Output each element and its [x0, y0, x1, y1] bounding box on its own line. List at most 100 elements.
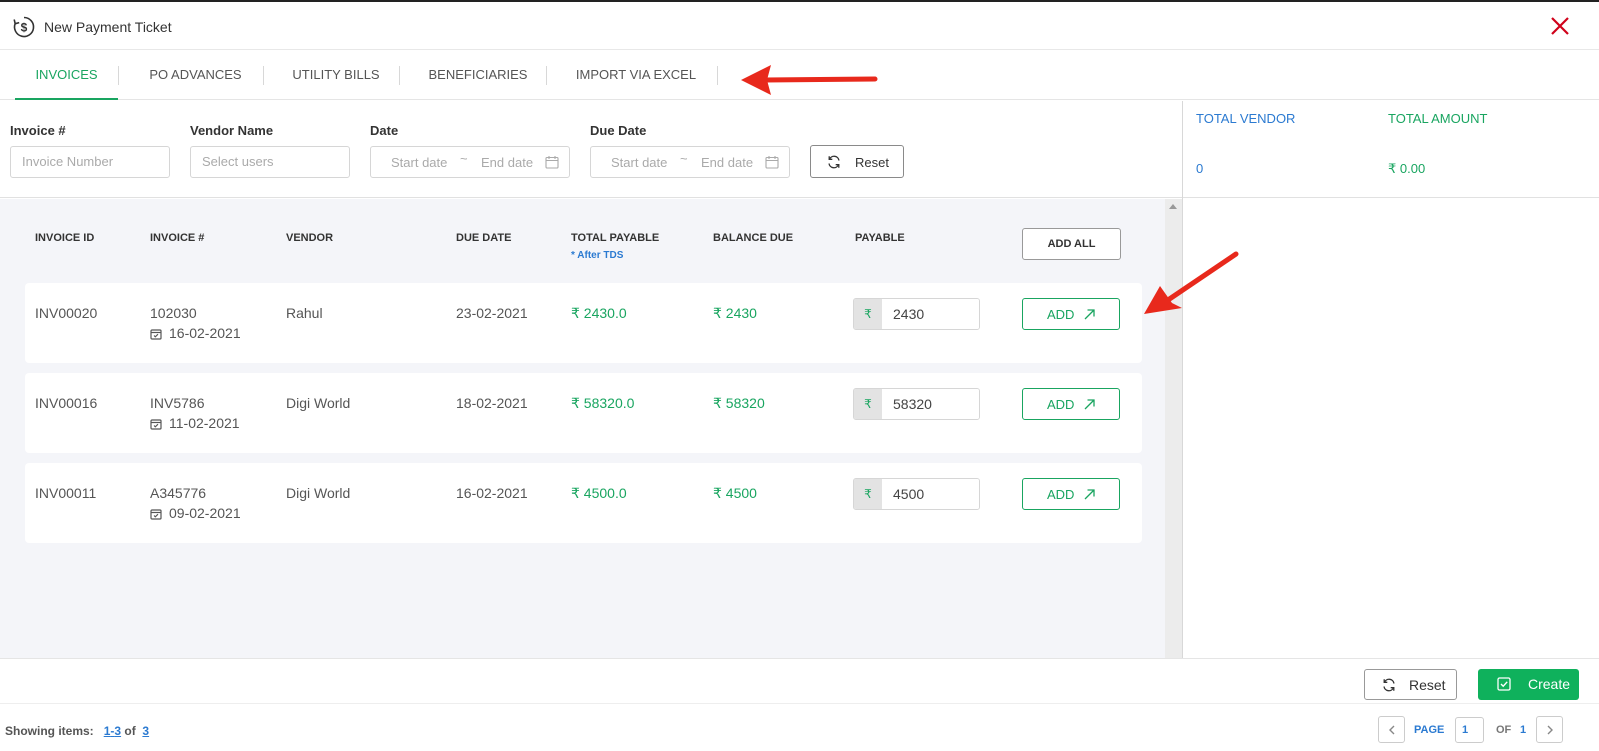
reset-button-label: Reset — [1409, 677, 1446, 693]
column-header-invoice-number: INVOICE # — [150, 232, 205, 244]
due-date-range-picker[interactable]: Start date ~ End date — [590, 146, 790, 178]
total-vendor-label: TOTAL VENDOR — [1196, 111, 1296, 126]
date-separator: ~ — [680, 151, 688, 166]
payable-input[interactable] — [882, 299, 979, 329]
filter-bar: Invoice # Invoice Number Vendor Name Sel… — [0, 101, 1183, 198]
vendor-name: Rahul — [286, 305, 323, 321]
scroll-up-arrow-icon[interactable] — [1169, 204, 1177, 209]
add-button[interactable]: ADD — [1022, 478, 1120, 510]
add-button[interactable]: ADD — [1022, 388, 1120, 420]
invoice-number-input[interactable]: Invoice Number — [10, 146, 170, 178]
rupee-addon: ₹ — [854, 479, 882, 509]
payable-input-group: ₹ — [853, 298, 980, 330]
payable-input-group: ₹ — [853, 478, 980, 510]
calendar-icon — [765, 156, 779, 169]
tab-utility-bills[interactable]: UTILITY BILLS — [282, 50, 390, 100]
total-items-link[interactable]: 3 — [142, 724, 149, 738]
invoice-number: A345776 — [150, 485, 207, 501]
invoice-id: INV00020 — [35, 305, 98, 321]
total-payable: ₹ 58320.0 — [571, 395, 635, 411]
panel-divider — [1182, 101, 1183, 658]
total-amount-value: ₹ 0.00 — [1388, 161, 1426, 176]
add-all-button[interactable]: ADD ALL — [1022, 228, 1121, 260]
column-header-total-payable: TOTAL PAYABLE — [571, 232, 660, 244]
total-vendor-value: 0 — [1196, 161, 1204, 176]
add-button-label: ADD — [1047, 487, 1075, 502]
showing-label: Showing items: — [5, 724, 94, 738]
tab-divider — [399, 66, 400, 85]
refresh-icon — [1383, 678, 1395, 692]
previous-page-button[interactable] — [1378, 716, 1405, 743]
rupee-addon: ₹ — [854, 389, 882, 419]
payable-input[interactable] — [882, 389, 979, 419]
page-label: PAGE — [1414, 724, 1445, 736]
tab-invoices[interactable]: INVOICES — [15, 50, 118, 100]
totals-summary: TOTAL VENDOR 0 TOTAL AMOUNT ₹ 0.00 — [1183, 101, 1599, 198]
invoice-number-label: Invoice # — [10, 123, 66, 138]
due-end-date-input[interactable]: End date — [701, 155, 753, 170]
create-button[interactable]: Create — [1478, 669, 1579, 700]
tab-divider — [546, 66, 547, 85]
chevron-right-icon — [1547, 725, 1553, 735]
invoice-number: INV5786 — [150, 395, 205, 411]
modal-title: New Payment Ticket — [44, 19, 172, 35]
end-date-input[interactable]: End date — [481, 155, 533, 170]
vendor-select[interactable]: Select users — [190, 146, 350, 178]
column-header-vendor: VENDOR — [286, 232, 334, 244]
calendar-icon — [545, 156, 559, 169]
due-date: 16-02-2021 — [456, 485, 528, 501]
table-scrollbar[interactable] — [1165, 199, 1182, 658]
balance-due: ₹ 4500 — [713, 485, 757, 501]
column-header-payable: PAYABLE — [855, 232, 905, 244]
table-row: INV00016 INV5786 11-02-2021 Digi World 1… — [25, 373, 1142, 453]
add-button-label: ADD — [1047, 397, 1075, 412]
page-number-input[interactable]: 1 — [1455, 717, 1484, 743]
invoice-date-text: 16-02-2021 — [169, 325, 241, 341]
close-icon[interactable] — [1548, 14, 1572, 38]
balance-due: ₹ 2430 — [713, 305, 757, 321]
footer-actions: Reset Create — [0, 658, 1599, 704]
filter-reset-button[interactable]: Reset — [810, 145, 904, 178]
payment-cycle-icon: $ — [13, 16, 35, 38]
invoice-number: 102030 — [150, 305, 197, 321]
total-pages: 1 — [1520, 724, 1527, 736]
tab-import-via-excel[interactable]: IMPORT VIA EXCEL — [566, 50, 706, 100]
total-payable: ₹ 2430.0 — [571, 305, 627, 321]
filter-reset-label: Reset — [855, 155, 889, 170]
payable-input-group: ₹ — [853, 388, 980, 420]
showing-items-text: Showing items: 1-3 of 3 — [5, 724, 149, 738]
create-button-label: Create — [1528, 676, 1571, 692]
calendar-icon — [150, 329, 162, 340]
arrow-up-right-icon — [1084, 489, 1095, 500]
total-amount-label: TOTAL AMOUNT — [1388, 111, 1488, 126]
table-row: INV00020 102030 16-02-2021 Rahul 23-02-2… — [25, 283, 1142, 363]
start-date-input[interactable]: Start date — [391, 155, 447, 170]
column-header-invoice-id: INVOICE ID — [35, 232, 95, 244]
range-end-link[interactable]: 3 — [114, 724, 121, 738]
vendor-name: Digi World — [286, 485, 351, 501]
date-range-picker[interactable]: Start date ~ End date — [370, 146, 570, 178]
tab-divider — [118, 66, 119, 85]
due-date: 18-02-2021 — [456, 395, 528, 411]
date-label: Date — [370, 123, 399, 138]
tab-beneficiaries[interactable]: BENEFICIARIES — [417, 50, 539, 100]
invoice-date-text: 11-02-2021 — [169, 415, 240, 431]
rupee-addon: ₹ — [854, 299, 882, 329]
payable-input[interactable] — [882, 479, 979, 509]
check-square-icon — [1497, 677, 1511, 691]
arrow-up-right-icon — [1084, 309, 1095, 320]
tab-divider — [263, 66, 264, 85]
add-button-label: ADD — [1047, 307, 1075, 322]
add-button[interactable]: ADD — [1022, 298, 1120, 330]
of-pages-label: OF — [1496, 724, 1512, 736]
reset-button[interactable]: Reset — [1364, 669, 1457, 700]
invoice-table: INVOICE ID INVOICE # VENDOR DUE DATE TOT… — [0, 199, 1165, 658]
column-header-due-date: DUE DATE — [456, 232, 512, 244]
table-row: INV00011 A345776 09-02-2021 Digi World 1… — [25, 463, 1142, 543]
tab-po-advances[interactable]: PO ADVANCES — [136, 50, 255, 100]
vendor-name: Digi World — [286, 395, 351, 411]
due-start-date-input[interactable]: Start date — [611, 155, 667, 170]
total-payable: ₹ 4500.0 — [571, 485, 627, 501]
next-page-button[interactable] — [1536, 716, 1563, 743]
invoice-id: INV00011 — [35, 485, 97, 501]
